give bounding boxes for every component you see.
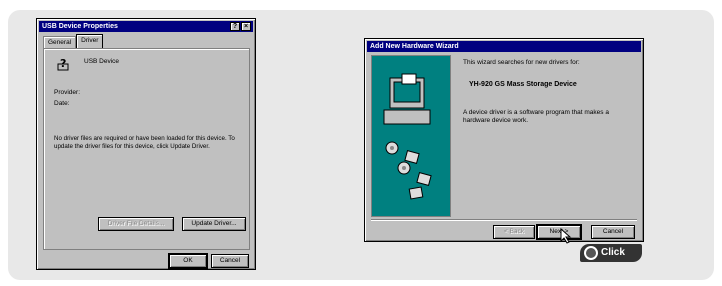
click-label: Click [601,247,625,258]
date-label: Date: [54,100,70,107]
usb-window-title: USB Device Properties [42,23,118,30]
close-button[interactable]: × [241,22,251,31]
click-callout: Click [580,244,642,262]
wizard-illustration [371,55,451,217]
wizard-intro-text: This wizard searches for new drivers for… [463,59,580,66]
mouse-pointer-icon [560,228,572,244]
tab-driver[interactable]: Driver [76,34,104,48]
driver-description: No driver files are required or have bee… [54,135,235,150]
help-button[interactable]: ? [230,22,240,31]
wizard-title: Add New Hardware Wizard [370,43,459,50]
click-indicator-icon [584,246,598,260]
usb-window-titlebar: USB Device Properties ? × [39,21,253,32]
usb-tabs: General Driver [43,34,104,48]
wizard-explanation-text: A device driver is a software program th… [463,109,609,124]
back-button[interactable]: < Back [493,225,535,239]
usb-properties-window: USB Device Properties ? × General Driver… [36,18,256,270]
add-hardware-wizard-window: Add New Hardware Wizard This wizard sear… [364,38,644,242]
ok-button[interactable]: OK [168,253,208,269]
wizard-separator [371,219,637,221]
wizard-device-name: YH-920 GS Mass Storage Device [469,81,577,88]
device-name: USB Device [84,58,120,65]
provider-label: Provider: [54,89,81,96]
svg-text:?: ? [60,57,66,70]
computer-disks-icon [383,73,432,200]
driver-tab-panel: ? USB Device Provider: Date: No driver f… [43,48,250,250]
driver-file-details-button[interactable]: Driver File Details... [98,217,174,231]
wizard-titlebar: Add New Hardware Wizard [367,41,641,52]
next-button[interactable]: Next > [536,224,582,240]
unknown-device-icon: ? [57,57,69,71]
update-driver-button[interactable]: Update Driver... [182,217,246,231]
cancel-button[interactable]: Cancel [211,254,249,268]
tab-general[interactable]: General [43,36,77,48]
wizard-cancel-button[interactable]: Cancel [591,225,635,239]
